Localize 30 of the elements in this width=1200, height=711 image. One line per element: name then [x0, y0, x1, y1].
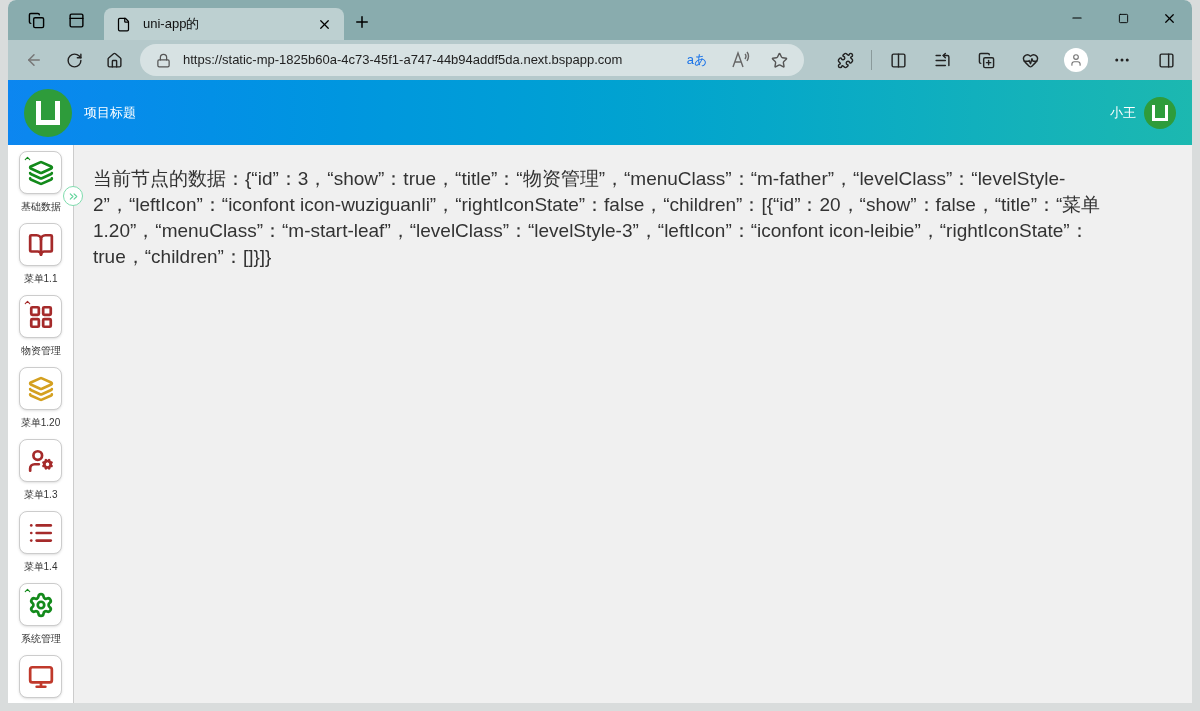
- browser-tab[interactable]: uni-app的: [104, 8, 344, 40]
- avatar-icon: [1144, 96, 1176, 129]
- menu-item-tile[interactable]: [19, 295, 62, 338]
- menu-item-tile[interactable]: [19, 655, 62, 698]
- project-title: 项目标题: [84, 103, 137, 122]
- node-data-text: 当前节点的数据：{“id”：3，“show”：true，“title”：“物资管理”，“menuClass”：“m-father”，“levelClass”：“levelStyle-2”，“leftIcon”：“iconfont icon-wuziguanli”，“rightIconState”：false，“children”：[{“id”：20，“show”：false，“title”：“菜单1.20”，“menuClass”：“m-start-leaf”，“levelClass”：“levelStyle-3”，“leftIcon”：“iconfont icon-leibie”，“rightIconState”：true，“children”：[]}]}: [93, 167, 1102, 269]
- logo-icon: [24, 88, 72, 137]
- menu-label: 物资管理: [20, 344, 61, 358]
- read-aloud-icon[interactable]: [731, 51, 751, 69]
- lock-icon: [156, 52, 171, 68]
- page-icon: [116, 16, 131, 32]
- tab-title: uni-app的: [143, 15, 201, 34]
- translate-icon[interactable]: aあ: [686, 50, 707, 70]
- address-bar[interactable]: https://static-mp-1825b60a-4c73-45f1-a747-44b94addf5da.next.bspapp.com aあ: [140, 44, 804, 76]
- url-text: https://static-mp-1825b60a-4c73-45f1-a747-44b94addf5da.next.bspapp.com: [183, 51, 624, 70]
- menu-label: 基础数据: [20, 200, 61, 214]
- menu-label: 菜单1.4: [23, 560, 58, 574]
- menu-item-tile[interactable]: [19, 583, 62, 626]
- menu-label: 菜单1.3: [23, 488, 58, 502]
- menu-item-tile[interactable]: [19, 511, 62, 554]
- profile-icon[interactable]: [1064, 48, 1088, 72]
- menu-label: 系统管理: [20, 632, 61, 646]
- menu-label: 菜单1.20: [20, 416, 61, 430]
- menu-item-tile[interactable]: [19, 367, 62, 410]
- menu-item-tile[interactable]: [19, 223, 62, 266]
- menu-item-tile[interactable]: [19, 151, 62, 194]
- user-name: 小王: [1110, 103, 1136, 122]
- menu-label: 菜单1.1: [23, 272, 58, 286]
- menu-item-tile[interactable]: [19, 439, 62, 482]
- favorite-star-icon[interactable]: [771, 51, 788, 69]
